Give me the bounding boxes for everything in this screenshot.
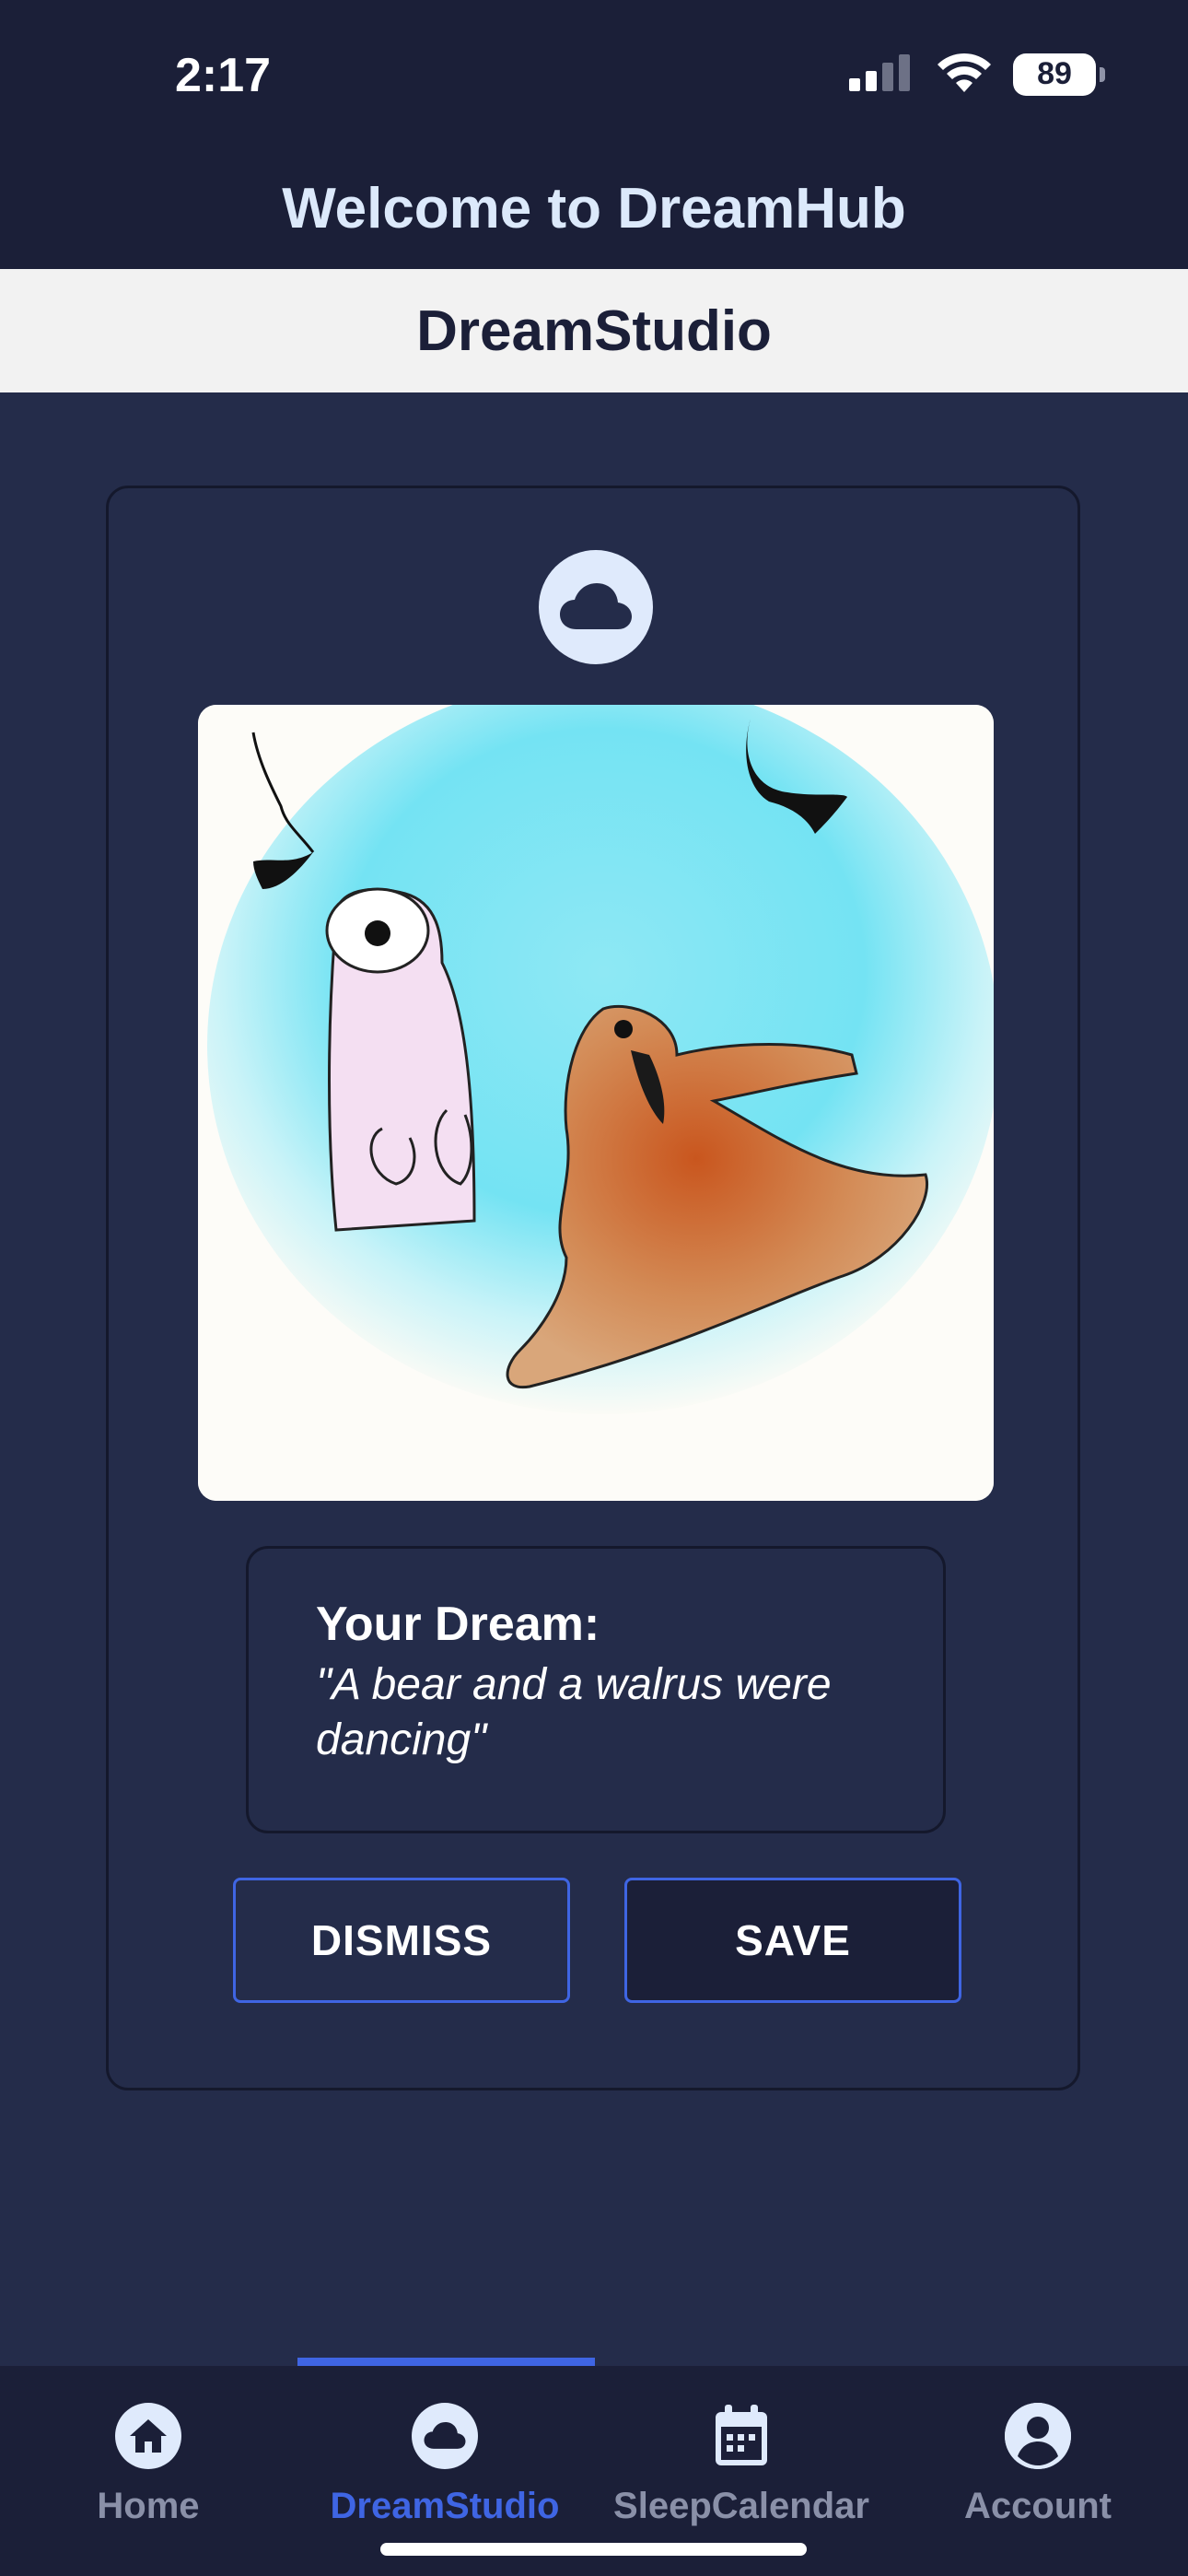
calendar-icon	[708, 2403, 775, 2469]
tab-home[interactable]: Home	[0, 2403, 297, 2541]
section-bar: DreamStudio	[0, 269, 1188, 392]
dream-card: Your Dream: "A bear and a walrus were da…	[106, 486, 1080, 2090]
home-icon	[115, 2403, 181, 2469]
wifi-icon	[936, 52, 993, 97]
home-indicator	[380, 2543, 807, 2556]
dismiss-button[interactable]: DISMISS	[233, 1878, 570, 2003]
battery-icon: 89	[1013, 53, 1105, 96]
dream-text: "A bear and a walrus were dancing"	[316, 1660, 832, 1764]
tab-label-account: Account	[964, 2486, 1112, 2526]
tab-label-sleepcalendar: SleepCalendar	[613, 2486, 869, 2526]
page-title: Welcome to DreamHub	[282, 176, 906, 240]
app-header: Welcome to DreamHub	[0, 147, 1188, 269]
tab-label-home: Home	[97, 2486, 200, 2526]
cloud-icon	[539, 550, 653, 664]
status-icons: 89	[849, 52, 1105, 97]
tab-sleepcalendar[interactable]: SleepCalendar	[593, 2403, 890, 2541]
save-button[interactable]: SAVE	[624, 1878, 961, 2003]
status-bar: 2:17 89	[0, 0, 1188, 147]
dream-label: Your Dream:	[316, 1598, 600, 1651]
tab-dreamstudio[interactable]: DreamStudio	[297, 2403, 593, 2541]
dream-image	[198, 705, 994, 1501]
tab-label-dreamstudio: DreamStudio	[330, 2486, 560, 2526]
dream-description: Your Dream: "A bear and a walrus were da…	[246, 1546, 946, 1833]
tab-account[interactable]: Account	[890, 2403, 1186, 2541]
status-time: 2:17	[175, 49, 272, 102]
battery-level: 89	[1037, 56, 1072, 91]
account-icon	[1005, 2403, 1071, 2469]
section-title: DreamStudio	[416, 299, 772, 363]
cloud-icon	[412, 2403, 478, 2469]
signal-icon	[849, 53, 915, 96]
battery-cap	[1100, 66, 1105, 82]
